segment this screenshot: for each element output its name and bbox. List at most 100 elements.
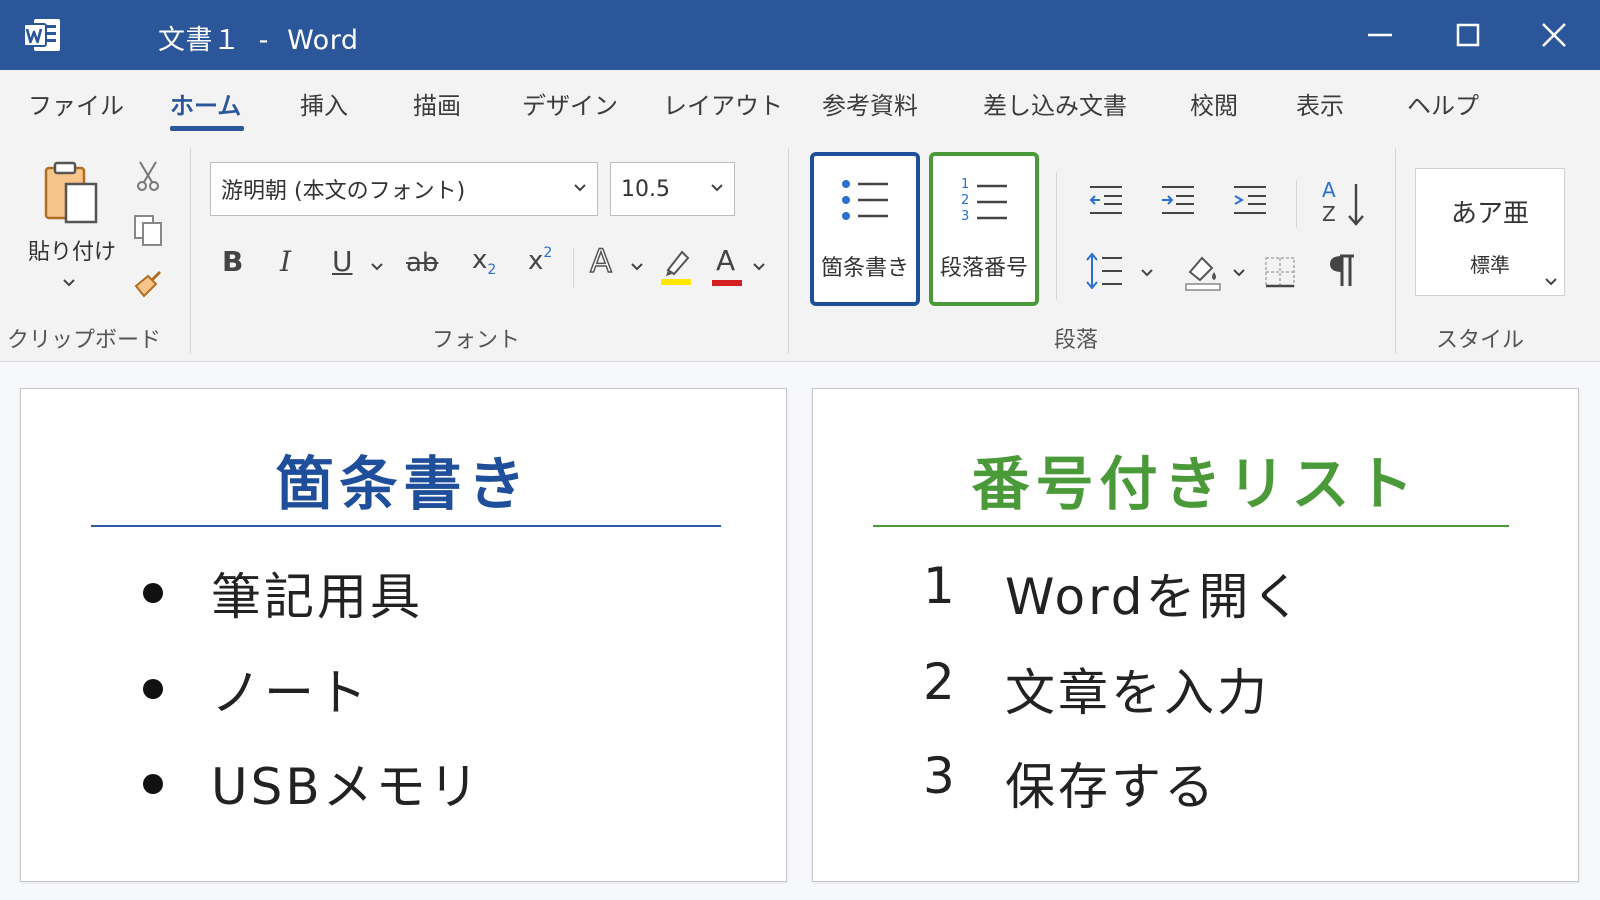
minimize-button[interactable]	[1358, 14, 1402, 56]
line-spacing-button[interactable]	[1084, 252, 1124, 290]
style-name-normal: 標準	[1470, 253, 1510, 277]
chevron-down-icon[interactable]	[1140, 268, 1154, 278]
list-item: 筆記用具	[211, 568, 423, 626]
chevron-down-icon[interactable]	[630, 262, 644, 272]
numbered-example-panel: 番号付きリスト 1 Wordを開く 2 文章を入力 3 保存する	[812, 388, 1579, 882]
group-separator	[573, 248, 574, 288]
sort-arrow-icon	[1348, 184, 1364, 226]
paste-label[interactable]: 貼り付け	[28, 234, 116, 266]
subscript-base: x	[472, 245, 488, 275]
shading-icon	[1185, 256, 1221, 291]
chevron-down-icon[interactable]	[62, 278, 76, 288]
superscript-mark: 2	[543, 245, 553, 261]
chevron-down-icon	[574, 184, 586, 192]
sort-button[interactable]: A Z	[1318, 178, 1372, 232]
copy-icon	[134, 215, 162, 246]
format-painter-button[interactable]	[132, 268, 164, 300]
tab-references[interactable]: 参考資料	[822, 86, 918, 121]
tab-insert[interactable]: 挿入	[300, 86, 348, 121]
numbering-icon: 1 2 3	[961, 177, 1011, 224]
show-formatting-button[interactable]	[1328, 254, 1356, 288]
sort-letter-a: A	[1322, 178, 1336, 202]
font-size-value: 10.5	[621, 176, 670, 202]
format-painter-icon	[134, 270, 162, 298]
paste-icon	[44, 161, 98, 224]
bullets-example-panel: 箇条書き 筆記用具 ノート USBメモリ	[20, 388, 787, 882]
list-item: ノート	[211, 664, 370, 722]
strikethrough-button[interactable]: ab	[406, 248, 438, 278]
text-effects-button[interactable]: A	[589, 241, 612, 281]
tab-draw[interactable]: 描画	[413, 86, 461, 121]
increase-indent-button[interactable]	[1160, 184, 1196, 216]
decrease-indent-button[interactable]	[1088, 184, 1124, 216]
highlight-button[interactable]	[660, 246, 692, 286]
italic-button[interactable]: I	[280, 245, 291, 278]
style-gallery[interactable]: あア亜 標準	[1415, 168, 1565, 296]
line-spacing-icon	[1086, 252, 1122, 290]
group-label-clipboard: クリップボード	[6, 328, 162, 353]
style-preview: あア亜	[1450, 199, 1529, 229]
increase-indent-icon	[1162, 186, 1194, 214]
chevron-down-icon[interactable]	[752, 262, 766, 272]
close-button[interactable]	[1532, 14, 1576, 56]
group-label-styles: スタイル	[1435, 328, 1525, 353]
subscript-mark: 2	[487, 262, 497, 278]
tab-design[interactable]: デザイン	[522, 86, 618, 121]
numbering-digit: 3	[961, 209, 970, 224]
shading-button[interactable]	[1184, 250, 1222, 292]
tab-help[interactable]: ヘルプ	[1407, 86, 1479, 121]
paste-button[interactable]	[40, 160, 110, 226]
superscript-button[interactable]: x2	[528, 245, 552, 276]
chevron-down-icon	[711, 184, 723, 192]
superscript-base: x	[528, 246, 544, 276]
chevron-down-icon[interactable]	[1544, 277, 1558, 287]
subscript-button[interactable]: x2	[472, 245, 496, 278]
group-separator	[1296, 180, 1297, 228]
close-icon	[1542, 23, 1566, 47]
multilevel-list-button[interactable]	[1232, 184, 1268, 216]
underline-button[interactable]: U	[332, 245, 353, 278]
bullet-dot	[143, 583, 163, 603]
group-separator	[190, 148, 191, 354]
active-tab-indicator	[170, 126, 244, 131]
maximize-button[interactable]	[1446, 14, 1490, 56]
group-separator	[1056, 172, 1057, 300]
title-bar: 文書１ - Word	[0, 0, 1600, 70]
bullets-button[interactable]: 箇条書き	[810, 152, 920, 306]
cut-button[interactable]	[134, 160, 162, 192]
tab-layout[interactable]: レイアウト	[663, 86, 783, 121]
list-item: 保存する	[1005, 758, 1217, 816]
numbering-digit: 2	[961, 193, 970, 208]
title-rule	[91, 525, 721, 527]
tab-home[interactable]: ホーム	[170, 86, 241, 121]
numbering-button[interactable]: 1 2 3 段落番号	[929, 152, 1039, 306]
word-app-icon[interactable]	[22, 17, 62, 53]
bullet-dot	[143, 774, 163, 794]
chevron-down-icon[interactable]	[370, 262, 384, 272]
font-color-button[interactable]: A	[716, 244, 735, 277]
chevron-down-icon[interactable]	[1232, 268, 1246, 278]
font-size-dropdown[interactable]: 10.5	[610, 162, 735, 216]
cut-icon	[137, 161, 159, 191]
window-title: 文書１ - Word	[158, 25, 359, 56]
group-label-paragraph: 段落	[1053, 328, 1099, 353]
bullets-icon	[842, 180, 888, 220]
tab-review[interactable]: 校閲	[1190, 86, 1238, 121]
list-number: 2	[923, 653, 955, 711]
numbering-digit: 1	[961, 177, 970, 192]
panel-title-bullets: 箇条書き	[275, 450, 532, 518]
copy-button[interactable]	[132, 214, 164, 246]
borders-button[interactable]	[1264, 256, 1296, 288]
list-item: 文章を入力	[1005, 664, 1270, 722]
list-number: 1	[923, 557, 955, 615]
font-color-swatch	[712, 280, 742, 286]
font-name-dropdown[interactable]: 游明朝 (本文のフォント)	[210, 162, 598, 216]
multilevel-list-icon	[1234, 186, 1266, 214]
list-item: Wordを開く	[1005, 568, 1305, 626]
tab-view[interactable]: 表示	[1296, 86, 1344, 121]
pilcrow-icon	[1330, 254, 1354, 286]
bold-button[interactable]: B	[222, 245, 243, 278]
tab-mailings[interactable]: 差し込み文書	[983, 86, 1127, 121]
tab-file[interactable]: ファイル	[28, 86, 124, 121]
bullets-label: 箇条書き	[820, 256, 909, 281]
